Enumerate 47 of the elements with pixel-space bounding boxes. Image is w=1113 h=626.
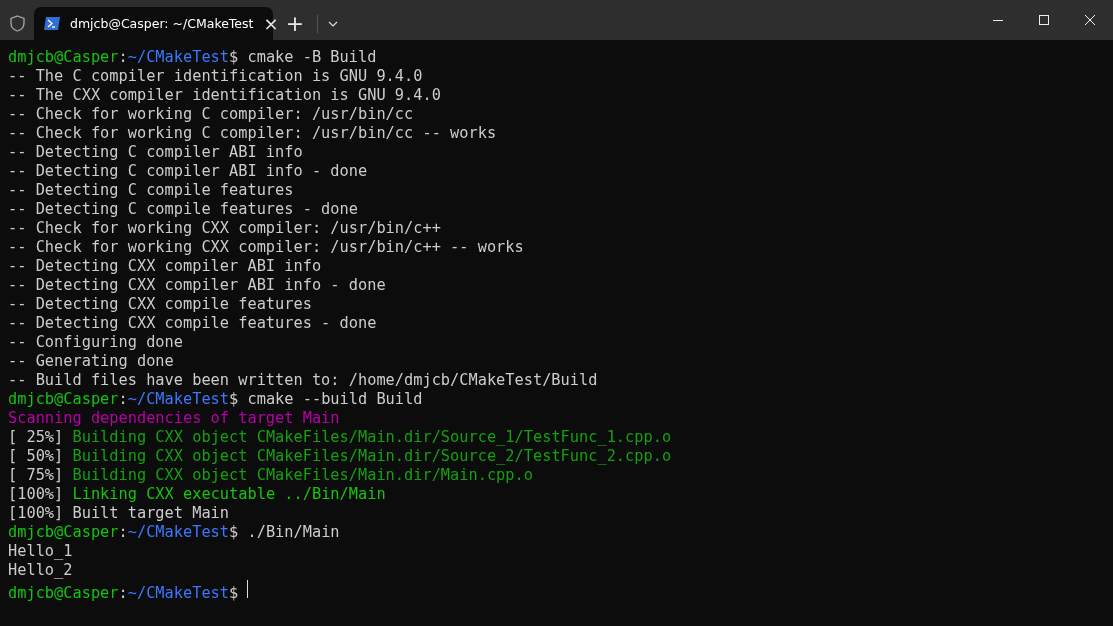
output-text: -- Detecting CXX compile features xyxy=(8,295,312,313)
output-text: Hello_1 xyxy=(8,542,73,560)
output-text: Building CXX object CMakeFiles/Main.dir/Source_2/TestFunc_2.cpp.o xyxy=(72,447,672,465)
output-text: [ 50%] xyxy=(8,447,64,465)
prompt-path: ~/CMakeTest xyxy=(127,584,230,602)
output-text: Building CXX object CMakeFiles/Main.dir/Main.cpp.o xyxy=(72,466,533,484)
output-text: [100%] Built target Main xyxy=(8,504,230,522)
output-text: Building CXX object CMakeFiles/Main.dir/Source_1/TestFunc_1.cpp.o xyxy=(72,428,672,446)
output-text: -- Detecting C compiler ABI info xyxy=(8,143,303,161)
output-text: -- Check for working CXX compiler: /usr/bin/c++ xyxy=(8,219,441,237)
output-text: : xyxy=(118,523,128,541)
output-text: -- Detecting CXX compiler ABI info xyxy=(8,257,322,275)
output-text: [ 25%] xyxy=(8,428,64,446)
output-text: Hello_2 xyxy=(8,561,73,579)
output-text: -- Configuring done xyxy=(8,333,183,351)
output-text: $ ./Bin/Main xyxy=(229,523,340,541)
output-text: $ cmake -B Build xyxy=(229,48,377,66)
output-text: [ 75%] xyxy=(8,466,64,484)
output-text: Linking CXX executable ../Bin/Main xyxy=(72,485,386,503)
output-text: -- Check for working C compiler: /usr/bin/cc xyxy=(8,105,414,123)
prompt-path: ~/CMakeTest xyxy=(127,390,230,408)
output-text: -- Detecting C compile features xyxy=(8,181,294,199)
tab-title: dmjcb@Casper: ~/CMakeTest xyxy=(70,16,254,31)
prompt-path: ~/CMakeTest xyxy=(127,523,230,541)
output-text: : xyxy=(118,48,128,66)
output-text: $ cmake --build Build xyxy=(229,390,423,408)
output-text: Scanning dependencies of target Main xyxy=(8,409,340,427)
output-text: -- Detecting CXX compiler ABI info - done xyxy=(8,276,386,294)
output-text: [100%] xyxy=(8,485,64,503)
new-tab-button[interactable]: + xyxy=(283,11,307,36)
output-text: -- Check for working CXX compiler: /usr/bin/c++ -- works xyxy=(8,238,524,256)
prompt-user: dmjcb@Casper xyxy=(8,390,119,408)
prompt-user: dmjcb@Casper xyxy=(8,48,119,66)
output-text: -- Check for working C compiler: /usr/bin/cc -- works xyxy=(8,124,497,142)
output-text: -- Detecting C compile features - done xyxy=(8,200,358,218)
prompt-user: dmjcb@Casper xyxy=(8,584,119,602)
output-text: -- Generating done xyxy=(8,352,174,370)
prompt-user: dmjcb@Casper xyxy=(8,523,119,541)
output-text: : xyxy=(118,584,128,602)
output-text: -- Detecting C compiler ABI info - done xyxy=(8,162,368,180)
output-text: -- The CXX compiler identification is GNU 9.4.0 xyxy=(8,86,441,104)
output-text: $ xyxy=(229,584,239,602)
output-text: -- Detecting CXX compile features - done xyxy=(8,314,377,332)
output-text: : xyxy=(118,390,128,408)
output-text: -- The C compiler identification is GNU 9.4.0 xyxy=(8,67,423,85)
prompt-path: ~/CMakeTest xyxy=(127,48,230,66)
output-text: -- Build files have been written to: /home/dmjcb/CMakeTest/Build xyxy=(8,371,598,389)
